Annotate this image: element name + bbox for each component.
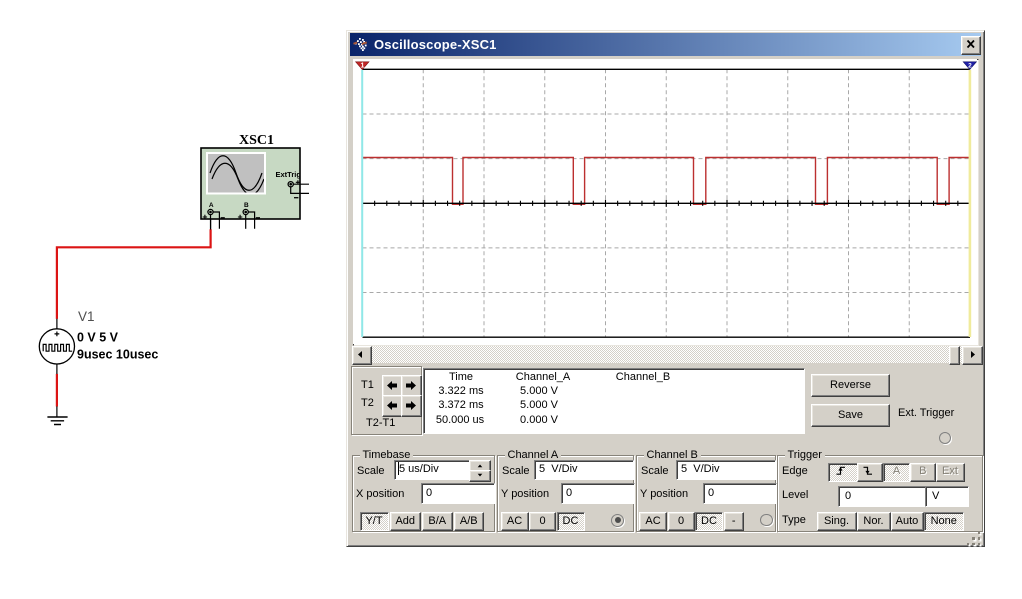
svg-text:V1: V1 — [78, 309, 95, 324]
svg-text:A: A — [209, 202, 214, 209]
svg-text:2: 2 — [968, 62, 972, 69]
svg-text:XSC1: XSC1 — [239, 133, 274, 148]
svg-text:9usec 10usec: 9usec 10usec — [77, 348, 158, 362]
svg-text:0 V 5 V: 0 V 5 V — [77, 331, 119, 345]
svg-text:1: 1 — [360, 63, 364, 70]
svg-text:B: B — [244, 202, 249, 209]
svg-text:ExtTrig: ExtTrig — [276, 170, 302, 179]
